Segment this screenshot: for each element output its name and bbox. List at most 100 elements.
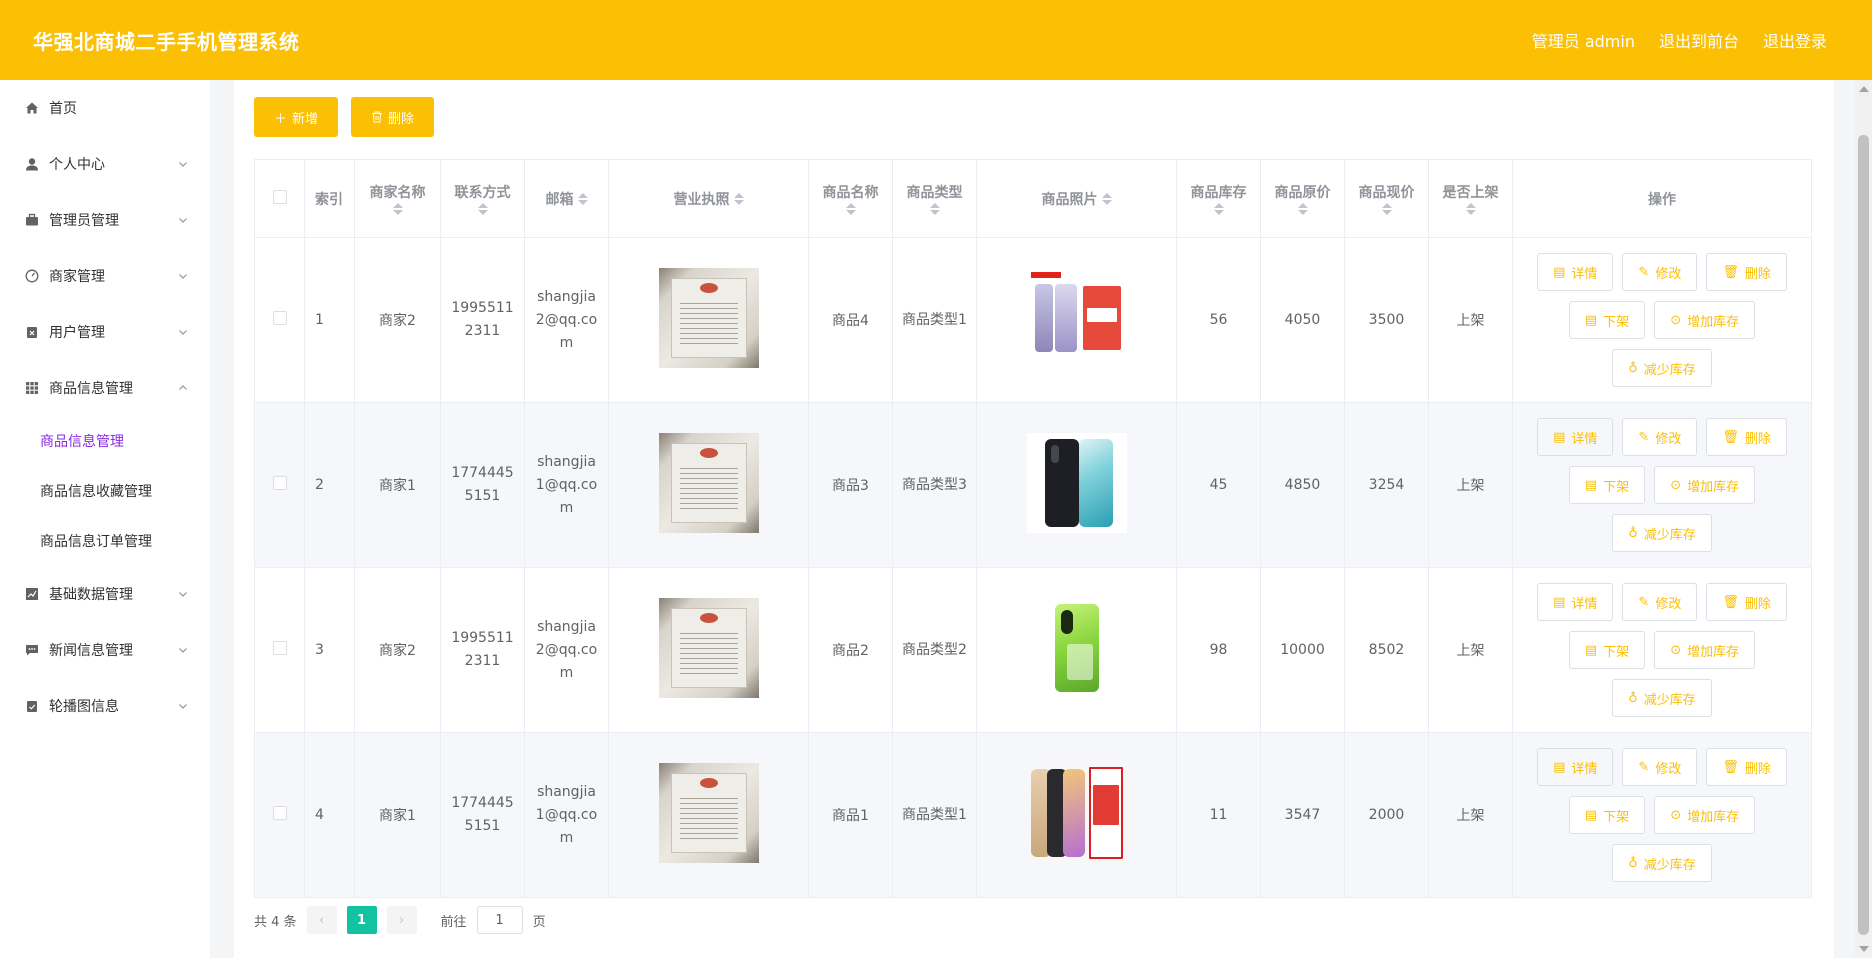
- col-product-name[interactable]: 商品名称: [808, 159, 893, 238]
- col-current-price[interactable]: 商品现价: [1344, 159, 1429, 238]
- add-button[interactable]: ＋ 新增: [254, 97, 339, 137]
- sort-icon[interactable]: [1101, 192, 1112, 205]
- submenu-product-orders[interactable]: 商品信息订单管理: [0, 516, 210, 566]
- cell-current-price: 3254: [1344, 402, 1429, 568]
- reduce-stock-button[interactable]: ♁ 减少库存: [1612, 844, 1712, 882]
- scroll-up-arrow[interactable]: [1859, 86, 1869, 92]
- delete-button[interactable]: 🗑 删除: [1706, 418, 1787, 456]
- trash-icon: 🗑: [1722, 759, 1739, 775]
- sort-icon[interactable]: [733, 192, 744, 205]
- goto-page-input[interactable]: [476, 906, 523, 934]
- unlist-button[interactable]: ▤ 下架: [1568, 466, 1646, 504]
- col-license[interactable]: 营业执照: [608, 159, 809, 238]
- pencil-icon: ✎: [1638, 759, 1650, 775]
- sort-icon[interactable]: [1465, 202, 1476, 215]
- prev-page-button[interactable]: ‹: [306, 906, 337, 934]
- sidebar-item-basic-data[interactable]: 基础数据管理: [0, 566, 210, 622]
- row-checkbox[interactable]: [272, 476, 287, 490]
- col-original-price[interactable]: 商品原价: [1260, 159, 1345, 238]
- edit-button[interactable]: ✎ 修改: [1622, 418, 1698, 456]
- document-icon: ▤: [1553, 264, 1566, 280]
- col-phone[interactable]: 联系方式: [440, 159, 525, 238]
- reduce-stock-button[interactable]: ♁ 减少库存: [1612, 349, 1712, 387]
- license-image[interactable]: [658, 598, 759, 698]
- product-photo[interactable]: [1026, 763, 1127, 863]
- delete-button[interactable]: 🗑 删除: [1706, 583, 1787, 621]
- product-photo[interactable]: [1026, 598, 1127, 698]
- edit-button[interactable]: ✎ 修改: [1622, 583, 1698, 621]
- cell-original-price: 3547: [1260, 732, 1345, 898]
- row-checkbox[interactable]: [272, 641, 287, 655]
- add-stock-button[interactable]: ⊙ 增加库存: [1654, 631, 1756, 669]
- unlist-button[interactable]: ▤ 下架: [1568, 301, 1646, 339]
- sort-icon[interactable]: [477, 202, 488, 215]
- row-select-cell: [254, 732, 305, 898]
- sort-icon[interactable]: [1381, 202, 1392, 215]
- sort-icon[interactable]: [1213, 202, 1224, 215]
- product-photo[interactable]: [1026, 433, 1127, 533]
- reduce-stock-label: 减少库存: [1643, 692, 1696, 708]
- product-photo[interactable]: [1026, 268, 1127, 368]
- col-product-photo[interactable]: 商品照片: [976, 159, 1177, 238]
- add-stock-button[interactable]: ⊙ 增加库存: [1654, 466, 1756, 504]
- page-number-current[interactable]: 1: [346, 906, 377, 934]
- sidebar-item-home[interactable]: 首页: [0, 80, 210, 136]
- cell-phone: 19955112311: [440, 237, 525, 403]
- edit-button[interactable]: ✎ 修改: [1622, 253, 1698, 291]
- sidebar-item-users[interactable]: 用户管理: [0, 304, 210, 360]
- cell-stock: 98: [1176, 567, 1261, 733]
- add-stock-button[interactable]: ⊙ 增加库存: [1654, 301, 1756, 339]
- sort-icon[interactable]: [845, 202, 856, 215]
- cell-actions: ▤ 详情 ✎ 修改 🗑 删除 ▤ 下架 ⊙ 增加库存 ♁ 减少库存: [1512, 237, 1812, 403]
- sidebar-item-products[interactable]: 商品信息管理: [0, 360, 210, 416]
- submenu-product-info[interactable]: 商品信息管理: [0, 416, 210, 466]
- col-product-type[interactable]: 商品类型: [892, 159, 977, 238]
- to-front-link[interactable]: 退出到前台: [1659, 28, 1739, 52]
- scroll-thumb[interactable]: [1858, 135, 1869, 935]
- detail-button[interactable]: ▤ 详情: [1537, 418, 1614, 456]
- sort-icon[interactable]: [929, 202, 940, 215]
- submenu-product-favorites[interactable]: 商品信息收藏管理: [0, 466, 210, 516]
- select-all-checkbox[interactable]: [272, 189, 287, 204]
- reduce-stock-button[interactable]: ♁ 减少库存: [1612, 514, 1712, 552]
- sort-icon[interactable]: [577, 192, 588, 205]
- unlist-button[interactable]: ▤ 下架: [1568, 631, 1646, 669]
- col-status[interactable]: 是否上架: [1428, 159, 1513, 238]
- edit-button[interactable]: ✎ 修改: [1622, 748, 1698, 786]
- detail-button[interactable]: ▤ 详情: [1537, 748, 1614, 786]
- scroll-down-arrow[interactable]: [1859, 946, 1869, 952]
- detail-button[interactable]: ▤ 详情: [1537, 253, 1614, 291]
- unlist-button[interactable]: ▤ 下架: [1568, 796, 1646, 834]
- license-image[interactable]: [658, 433, 759, 533]
- chevron-down-icon: [179, 274, 187, 279]
- sidebar-item-profile[interactable]: 个人中心: [0, 136, 210, 192]
- logout-link[interactable]: 退出登录: [1763, 28, 1827, 52]
- reduce-stock-button[interactable]: ♁ 减少库存: [1612, 679, 1712, 717]
- add-stock-button[interactable]: ⊙ 增加库存: [1654, 796, 1756, 834]
- sidebar-item-label: 个人中心: [49, 157, 105, 173]
- cell-product-name: 商品3: [808, 402, 893, 568]
- license-image[interactable]: [658, 268, 759, 368]
- delete-button[interactable]: 🗑 删除: [1706, 748, 1787, 786]
- sort-icon[interactable]: [392, 202, 403, 215]
- delete-label: 删除: [1744, 266, 1771, 282]
- vertical-scrollbar[interactable]: [1855, 80, 1872, 958]
- col-stock[interactable]: 商品库存: [1176, 159, 1261, 238]
- detail-button[interactable]: ▤ 详情: [1537, 583, 1614, 621]
- sidebar-item-carousel[interactable]: 轮播图信息: [0, 678, 210, 734]
- next-page-button[interactable]: ›: [386, 906, 417, 934]
- col-merchant[interactable]: 商家名称: [354, 159, 441, 238]
- clipboard-check-icon: [24, 698, 40, 714]
- reduce-stock-label: 减少库存: [1643, 857, 1696, 873]
- sidebar-item-admins[interactable]: 管理员管理: [0, 192, 210, 248]
- cell-merchant: 商家2: [354, 567, 441, 733]
- col-email[interactable]: 邮箱: [524, 159, 609, 238]
- license-image[interactable]: [658, 763, 759, 863]
- sidebar-item-news[interactable]: 新闻信息管理: [0, 622, 210, 678]
- sort-icon[interactable]: [1297, 202, 1308, 215]
- delete-button[interactable]: 🗑 删除: [1706, 253, 1787, 291]
- bulk-delete-button[interactable]: 删除: [351, 97, 435, 137]
- row-checkbox[interactable]: [272, 806, 287, 820]
- row-checkbox[interactable]: [272, 311, 287, 325]
- sidebar-item-merchants[interactable]: 商家管理: [0, 248, 210, 304]
